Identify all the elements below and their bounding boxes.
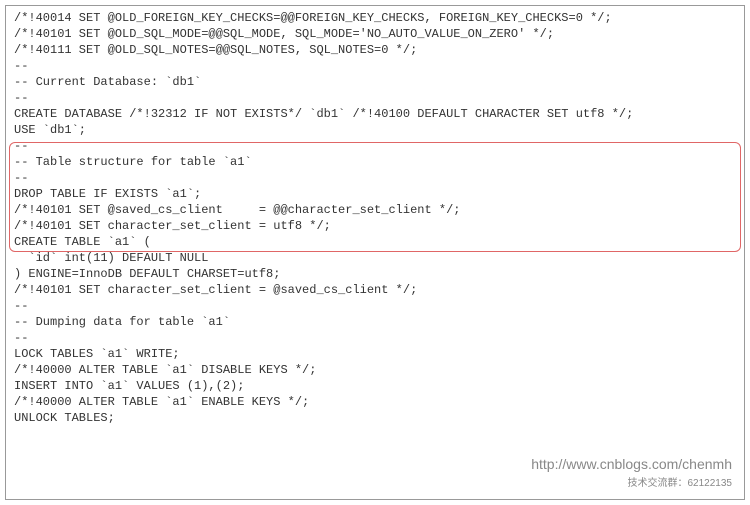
code-line: /*!40000 ALTER TABLE `a1` DISABLE KEYS *…	[14, 362, 736, 378]
code-line: --	[14, 330, 736, 346]
code-line: ) ENGINE=InnoDB DEFAULT CHARSET=utf8;	[14, 266, 736, 282]
watermark-group: 技术交流群：62122135	[531, 474, 732, 489]
watermark-group-label: 技术交流群：	[628, 478, 688, 489]
code-line: --	[14, 170, 736, 186]
code-line: /*!40101 SET character_set_client = utf8…	[14, 218, 736, 234]
code-line: --	[14, 298, 736, 314]
code-line: CREATE TABLE `a1` (	[14, 234, 736, 250]
code-line: --	[14, 138, 736, 154]
code-line: DROP TABLE IF EXISTS `a1`;	[14, 186, 736, 202]
code-line: UNLOCK TABLES;	[14, 410, 736, 426]
sql-dump-viewer: /*!40014 SET @OLD_FOREIGN_KEY_CHECKS=@@F…	[5, 5, 745, 500]
code-line: --	[14, 90, 736, 106]
watermark-url: http://www.cnblogs.com/chenmh	[531, 456, 732, 472]
code-line: -- Table structure for table `a1`	[14, 154, 736, 170]
watermark-group-number: 62122135	[688, 478, 733, 489]
code-line: /*!40101 SET @OLD_SQL_MODE=@@SQL_MODE, S…	[14, 26, 736, 42]
code-line: -- Dumping data for table `a1`	[14, 314, 736, 330]
code-line: USE `db1`;	[14, 122, 736, 138]
code-line: /*!40101 SET character_set_client = @sav…	[14, 282, 736, 298]
code-line: `id` int(11) DEFAULT NULL	[14, 250, 736, 266]
code-line: /*!40101 SET @saved_cs_client = @@charac…	[14, 202, 736, 218]
code-line: LOCK TABLES `a1` WRITE;	[14, 346, 736, 362]
code-line: --	[14, 58, 736, 74]
watermark: http://www.cnblogs.com/chenmh 技术交流群：6212…	[531, 456, 732, 489]
code-line: /*!40111 SET @OLD_SQL_NOTES=@@SQL_NOTES,…	[14, 42, 736, 58]
code-line: /*!40000 ALTER TABLE `a1` ENABLE KEYS */…	[14, 394, 736, 410]
code-line: INSERT INTO `a1` VALUES (1),(2);	[14, 378, 736, 394]
code-line: /*!40014 SET @OLD_FOREIGN_KEY_CHECKS=@@F…	[14, 10, 736, 26]
code-line: CREATE DATABASE /*!32312 IF NOT EXISTS*/…	[14, 106, 736, 122]
code-line: -- Current Database: `db1`	[14, 74, 736, 90]
code-block: /*!40014 SET @OLD_FOREIGN_KEY_CHECKS=@@F…	[14, 10, 736, 426]
